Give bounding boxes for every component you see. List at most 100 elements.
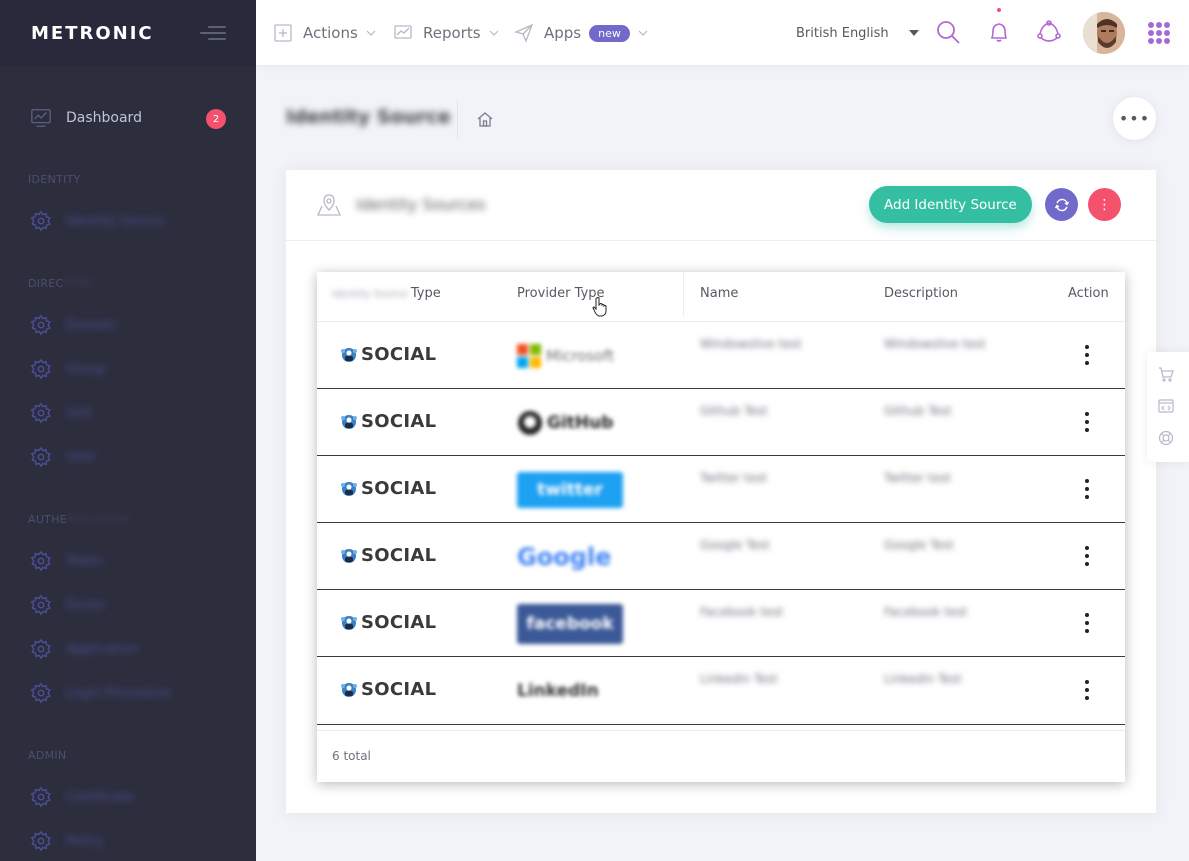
social-network-icon: [341, 347, 357, 362]
microsoft-logo: Microsoft: [517, 338, 623, 374]
code-icon[interactable]: [1158, 398, 1174, 414]
name-cell: Twitter test: [700, 471, 768, 485]
sidebar-item-certificate[interactable]: Certificate: [0, 777, 256, 817]
identity-sources-portlet: Identity Sources Add Identity Source ⋮ I…: [286, 170, 1156, 813]
section-authentication: AUTHENTICATION: [28, 513, 130, 526]
gear-icon: [30, 594, 51, 616]
sidebar-item-identity-source[interactable]: Identity Source: [0, 201, 256, 241]
gear-icon: [30, 446, 51, 468]
sidebar: METRONIC Dashboard 2 IDENTITY Identity S…: [0, 0, 256, 861]
cart-icon[interactable]: [1158, 366, 1174, 382]
type-cell: SOCIAL: [339, 411, 436, 432]
row-actions-icon[interactable]: [1085, 345, 1089, 365]
lifebuoy-icon[interactable]: [1158, 430, 1174, 446]
type-cell: SOCIAL: [339, 545, 436, 566]
type-cell: SOCIAL: [339, 478, 436, 499]
header-menu-actions[interactable]: Actions: [273, 0, 376, 66]
section-identity: IDENTITY: [28, 173, 81, 186]
top-header: Actions Reports Apps new British English: [256, 0, 1189, 66]
gear-icon: [30, 638, 51, 660]
sidebar-item-factor[interactable]: Factor: [0, 585, 256, 625]
sidebar-item-login-procedure[interactable]: Login Procedure: [0, 673, 256, 713]
avatar[interactable]: [1083, 12, 1125, 54]
gear-icon: [30, 830, 51, 852]
name-cell: Linkedin Test: [700, 672, 778, 686]
brand-bar: METRONIC: [0, 0, 256, 66]
header-menu-reports[interactable]: Reports: [393, 0, 499, 66]
description-cell: Google Test: [884, 538, 954, 552]
table-footer: 6 total: [317, 730, 1125, 782]
sidebar-item-unit[interactable]: Unit: [0, 393, 256, 433]
row-actions-icon[interactable]: [1085, 546, 1089, 566]
name-cell: Github Test: [700, 404, 768, 418]
column-header-description[interactable]: Description: [884, 286, 958, 301]
row-actions-icon[interactable]: [1085, 412, 1089, 432]
sidebar-item-group[interactable]: Group: [0, 349, 256, 389]
notification-dot: [997, 8, 1001, 12]
sidebar-item-dashboard[interactable]: Dashboard 2: [0, 96, 256, 140]
sidebar-item-label: Certificate: [66, 789, 134, 805]
search-icon[interactable]: [935, 19, 961, 45]
row-actions-icon[interactable]: [1085, 613, 1089, 633]
chevron-down-icon: [638, 30, 648, 36]
name-cell: Windowslive test: [700, 337, 802, 351]
column-header-name[interactable]: Name: [700, 286, 738, 301]
description-cell: Twitter test: [884, 471, 952, 485]
network-icon[interactable]: [1036, 19, 1062, 45]
header-menu-label: Reports: [423, 24, 481, 42]
social-network-icon: [341, 414, 357, 429]
linkedin-logo: LinkedIn: [517, 681, 599, 701]
sidebar-toggle-icon[interactable]: [200, 26, 226, 40]
chevron-down-icon: [489, 30, 498, 36]
description-cell: Linkedin Test: [884, 672, 962, 686]
brand-logo[interactable]: METRONIC: [31, 23, 154, 44]
row-actions-icon[interactable]: [1085, 479, 1089, 499]
chart-icon: [31, 109, 51, 127]
table-row[interactable]: SOCIAL Google Google Test Google Test: [317, 523, 1125, 590]
sidebar-item-user[interactable]: User: [0, 437, 256, 477]
row-actions-icon[interactable]: [1085, 680, 1089, 700]
sidebar-item-label: Domain: [66, 317, 117, 333]
sidebar-item-label: Login Procedure: [66, 685, 171, 701]
caret-down-icon: [908, 30, 919, 36]
more-options-button[interactable]: •••: [1113, 97, 1156, 140]
portlet-header: Identity Sources Add Identity Source ⋮: [286, 170, 1156, 241]
sidebar-item-label: Dashboard: [66, 110, 142, 126]
table-header: Identity Source Type Provider Type Name D…: [317, 272, 1125, 322]
sidebar-item-label: User: [66, 449, 96, 465]
quick-toolbar: [1147, 352, 1189, 462]
table-row[interactable]: SOCIAL GitHub Github Test Github Test: [317, 389, 1125, 456]
social-network-icon: [341, 615, 357, 630]
column-header-type[interactable]: Identity Source Type: [332, 286, 441, 301]
gear-icon: [30, 682, 51, 704]
table-row[interactable]: SOCIAL Microsoft Windowslive test Window…: [317, 322, 1125, 389]
gear-icon: [30, 358, 51, 380]
name-cell: Facebook test: [700, 605, 784, 619]
notification-badge: 2: [206, 109, 226, 129]
facebook-logo: facebook: [517, 604, 623, 644]
type-cell: SOCIAL: [339, 344, 436, 365]
language-selector[interactable]: British English: [796, 0, 919, 66]
options-menu-button[interactable]: ⋮: [1088, 188, 1121, 221]
hand-cursor-icon: [592, 297, 607, 317]
sidebar-item-application[interactable]: Application: [0, 629, 256, 669]
header-menu-apps[interactable]: Apps new: [514, 0, 648, 66]
bell-icon[interactable]: [986, 19, 1012, 45]
gear-icon: [30, 314, 51, 336]
table-row[interactable]: SOCIAL LinkedIn Linkedin Test Linkedin T…: [317, 657, 1125, 725]
sidebar-item-token[interactable]: Token: [0, 541, 256, 581]
home-icon[interactable]: [476, 110, 494, 128]
sidebar-item-policy[interactable]: Policy: [0, 821, 256, 861]
table-row[interactable]: SOCIAL twitter Twitter test Twitter test: [317, 456, 1125, 523]
table-row[interactable]: SOCIAL facebook Facebook test Facebook t…: [317, 590, 1125, 657]
header-menu-label: Actions: [303, 24, 358, 42]
apps-grid-icon[interactable]: [1148, 22, 1170, 44]
sidebar-item-domain[interactable]: Domain: [0, 305, 256, 345]
refresh-button[interactable]: [1045, 188, 1078, 221]
gear-icon: [30, 550, 51, 572]
social-network-icon: [341, 548, 357, 563]
sidebar-item-label: Policy: [66, 833, 104, 849]
divider: [457, 100, 458, 138]
sidebar-item-label: Unit: [66, 405, 93, 421]
add-identity-source-button[interactable]: Add Identity Source: [869, 186, 1032, 223]
